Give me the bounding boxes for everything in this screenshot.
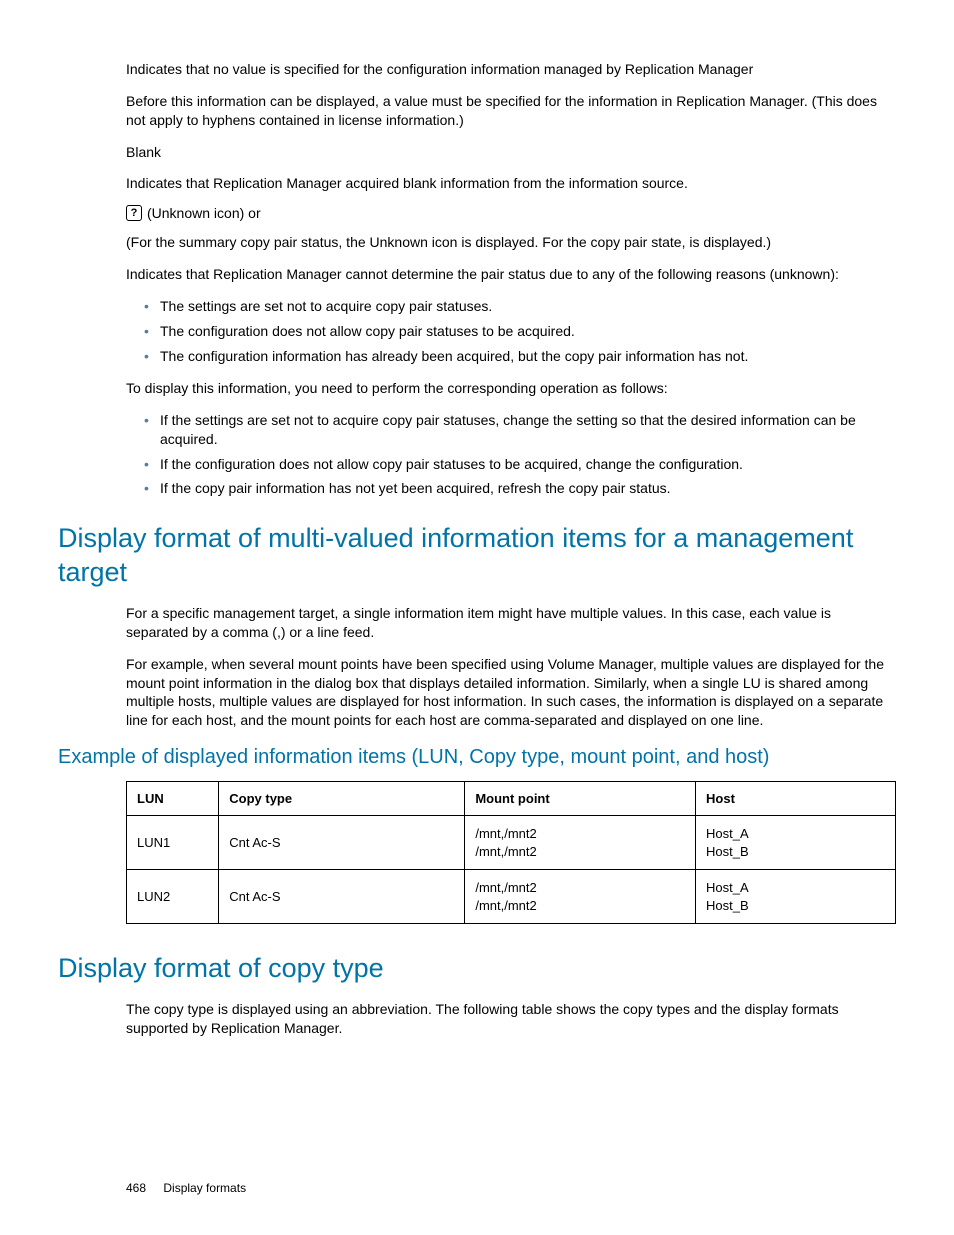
list-item: The configuration information has alread…	[144, 347, 896, 366]
table-header-row: LUN Copy type Mount point Host	[127, 782, 896, 816]
example-table: LUN Copy type Mount point Host LUN1 Cnt …	[126, 781, 896, 924]
para-to-display: To display this information, you need to…	[126, 379, 896, 398]
cell-lun: LUN2	[127, 870, 219, 924]
para-no-value: Indicates that no value is specified for…	[126, 60, 896, 79]
blank-label: Blank	[126, 143, 896, 162]
cell-lun: LUN1	[127, 816, 219, 870]
para-before-display: Before this information can be displayed…	[126, 92, 896, 130]
table-row: LUN2 Cnt Ac-S /mnt,/mnt2 /mnt,/mnt2 Host…	[127, 870, 896, 924]
unknown-icon-line: ? (Unknown icon) or	[126, 205, 896, 221]
table-header: Copy type	[219, 782, 465, 816]
para-blank-info: Indicates that Replication Manager acqui…	[126, 174, 896, 193]
table-header: Host	[696, 782, 896, 816]
unknown-icon: ?	[126, 205, 142, 221]
cell-host: Host_A Host_B	[696, 870, 896, 924]
cell-ctype: Cnt Ac-S	[219, 870, 465, 924]
para-cannot-determine: Indicates that Replication Manager canno…	[126, 265, 896, 284]
para-summary-status: (For the summary copy pair status, the U…	[126, 233, 896, 252]
footer-title: Display formats	[163, 1181, 246, 1195]
cell-mount: /mnt,/mnt2 /mnt,/mnt2	[465, 816, 696, 870]
page-footer: 468 Display formats	[126, 1181, 246, 1195]
subheading-example: Example of displayed information items (…	[58, 746, 896, 769]
unknown-icon-text: (Unknown icon) or	[147, 205, 261, 221]
para-copytype: The copy type is displayed using an abbr…	[126, 1000, 896, 1038]
table-row: LUN1 Cnt Ac-S /mnt,/mnt2 /mnt,/mnt2 Host…	[127, 816, 896, 870]
operations-list: If the settings are set not to acquire c…	[144, 411, 896, 499]
heading-multi-valued: Display format of multi-valued informati…	[58, 522, 896, 590]
para-multi-2: For example, when several mount points h…	[126, 655, 896, 731]
cell-ctype: Cnt Ac-S	[219, 816, 465, 870]
heading-copy-type: Display format of copy type	[58, 952, 896, 986]
table-header: Mount point	[465, 782, 696, 816]
list-item: The settings are set not to acquire copy…	[144, 297, 896, 316]
table-header: LUN	[127, 782, 219, 816]
list-item: If the configuration does not allow copy…	[144, 455, 896, 474]
list-item: If the settings are set not to acquire c…	[144, 411, 896, 449]
para-multi-1: For a specific management target, a sing…	[126, 604, 896, 642]
list-item: The configuration does not allow copy pa…	[144, 322, 896, 341]
list-item: If the copy pair information has not yet…	[144, 479, 896, 498]
cell-mount: /mnt,/mnt2 /mnt,/mnt2	[465, 870, 696, 924]
reasons-list: The settings are set not to acquire copy…	[144, 297, 896, 366]
page-number: 468	[126, 1181, 146, 1195]
cell-host: Host_A Host_B	[696, 816, 896, 870]
